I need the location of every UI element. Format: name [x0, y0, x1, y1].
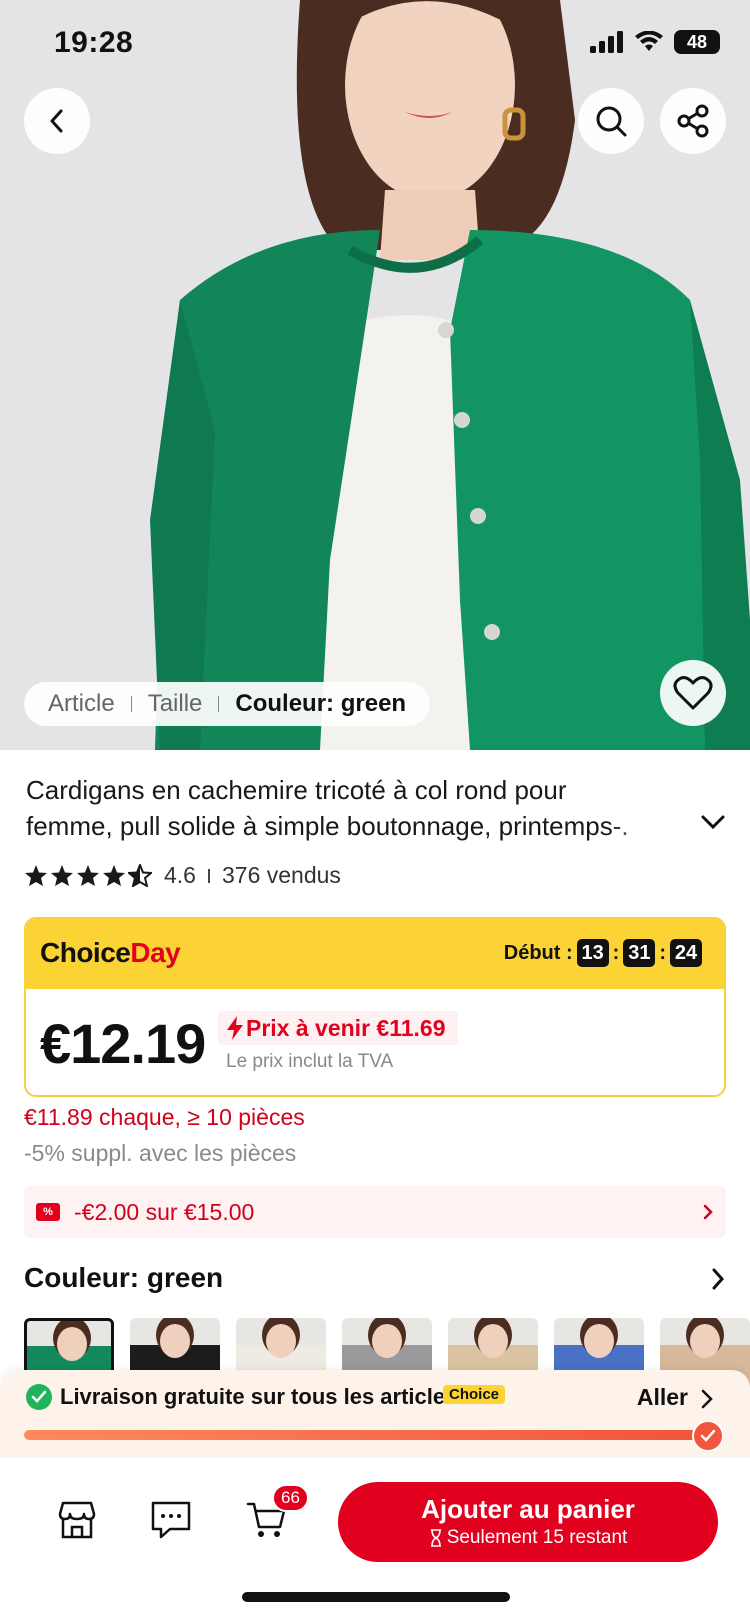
add-to-cart-label: Ajouter au panier — [421, 1494, 635, 1524]
lightning-icon — [227, 1016, 243, 1040]
timer-hours: 13 — [576, 939, 609, 967]
chevron-right-icon — [701, 1389, 713, 1409]
star-icon — [51, 865, 73, 886]
shipping-progress-fill — [24, 1430, 704, 1440]
free-shipping-text: Livraison gratuite sur tous les articles — [60, 1384, 458, 1409]
search-icon — [596, 106, 627, 137]
rating-value: 4.6 — [164, 862, 196, 888]
product-title-line1: Cardigans en cachemire tricoté à col ron… — [26, 775, 567, 805]
free-shipping-bar[interactable]: Livraison gratuite sur tous les articles… — [0, 1370, 750, 1458]
sku-tab-color[interactable]: Couleur: green — [235, 690, 406, 718]
countdown-timer: Début : 13: 31: 24 — [504, 939, 706, 967]
rating-row[interactable]: 4.6 376 vendus — [24, 862, 341, 889]
rating-stars — [24, 864, 152, 887]
thumbnail-model — [266, 1324, 296, 1358]
current-price: €12.19 — [40, 1012, 206, 1075]
stock-info: Seulement 15 restant — [338, 1527, 718, 1549]
search-button[interactable] — [578, 88, 644, 154]
choice-badge: Choice — [443, 1385, 506, 1404]
status-time: 19:28 — [54, 26, 134, 59]
product-title[interactable]: Cardigans en cachemire tricoté à col ron… — [26, 772, 686, 844]
choice-day-logo: ChoiceDay — [40, 937, 181, 969]
timer-seconds: 24 — [670, 939, 702, 967]
status-icons: 48 — [590, 30, 720, 54]
cart-count-badge: 66 — [272, 1484, 309, 1512]
shipping-progress-track — [24, 1430, 704, 1440]
thumbnail-model — [690, 1324, 720, 1358]
signal-icon — [590, 31, 623, 53]
sku-tab-taille[interactable]: Taille — [148, 690, 203, 718]
stock-text: Seulement 15 restant — [446, 1527, 628, 1548]
sold-count: 376 vendus — [221, 862, 341, 888]
back-button[interactable] — [24, 88, 90, 154]
wifi-icon — [635, 31, 663, 51]
color-selector-header[interactable]: Couleur: green — [24, 1262, 726, 1294]
divider — [130, 696, 132, 712]
share-button[interactable] — [660, 88, 726, 154]
chat-icon[interactable] — [150, 1500, 192, 1540]
battery-indicator: 48 — [674, 30, 720, 54]
sku-selector-pill[interactable]: Article Taille Couleur: green — [24, 682, 431, 726]
extra-discount: -5% suppl. avec les pièces — [24, 1140, 297, 1166]
coupon-icon: % — [36, 1203, 60, 1221]
thumbnail-model — [372, 1324, 402, 1358]
product-title-line2: femme, pull solide à simple boutonnage, … — [26, 811, 629, 841]
chevron-right-icon — [712, 1268, 725, 1290]
thumbnail-model — [57, 1327, 87, 1361]
add-to-cart-button[interactable]: Ajouter au panier Seulement 15 restant — [338, 1482, 718, 1562]
wishlist-button[interactable] — [660, 660, 726, 726]
home-indicator — [242, 1592, 510, 1602]
bulk-price: €11.89 chaque, ≥ 10 pièces — [24, 1104, 305, 1130]
thumbnail-model — [160, 1324, 190, 1358]
star-icon — [25, 865, 47, 886]
upcoming-price-badge: Prix à venir €11.69 — [218, 1011, 458, 1045]
coupon-text: -€2.00 sur €15.00 — [74, 1198, 255, 1225]
thumbnail-model — [478, 1324, 508, 1358]
coupon-banner[interactable]: % -€2.00 sur €15.00 — [24, 1186, 726, 1238]
divider — [218, 696, 220, 712]
heart-icon — [673, 676, 713, 710]
progress-check-icon — [692, 1420, 724, 1452]
divider — [207, 868, 210, 883]
hourglass-icon — [430, 1529, 441, 1547]
logo-choice-text: Choice — [40, 937, 131, 968]
go-link[interactable]: Aller — [637, 1384, 688, 1411]
thumbnail-model — [584, 1324, 614, 1358]
star-half-icon — [128, 864, 152, 887]
logo-day-text: Day — [130, 937, 181, 968]
star-icon — [77, 865, 99, 886]
color-label: Couleur: green — [24, 1262, 224, 1293]
choice-day-promo[interactable]: ChoiceDay Début : 13: 31: 24 €12.19 Prix… — [24, 917, 726, 1097]
check-circle-icon — [26, 1384, 52, 1410]
choice-day-header: ChoiceDay Début : 13: 31: 24 — [26, 919, 724, 989]
vat-note: Le prix inclut la TVA — [226, 1051, 394, 1072]
expand-title-chevron-icon[interactable] — [700, 814, 726, 830]
upcoming-price-text: Prix à venir €11.69 — [246, 1014, 446, 1041]
store-icon[interactable] — [56, 1500, 98, 1540]
timer-minutes: 31 — [623, 939, 656, 967]
status-bar: 19:28 48 — [0, 0, 750, 90]
share-icon — [677, 104, 709, 138]
chevron-left-icon — [50, 109, 63, 133]
star-icon — [103, 865, 125, 886]
timer-label: Début : — [503, 941, 573, 964]
price-block: €12.19 Prix à venir €11.69 Le prix inclu… — [26, 989, 724, 1095]
sku-tab-article[interactable]: Article — [48, 690, 115, 718]
chevron-right-icon — [703, 1204, 713, 1220]
